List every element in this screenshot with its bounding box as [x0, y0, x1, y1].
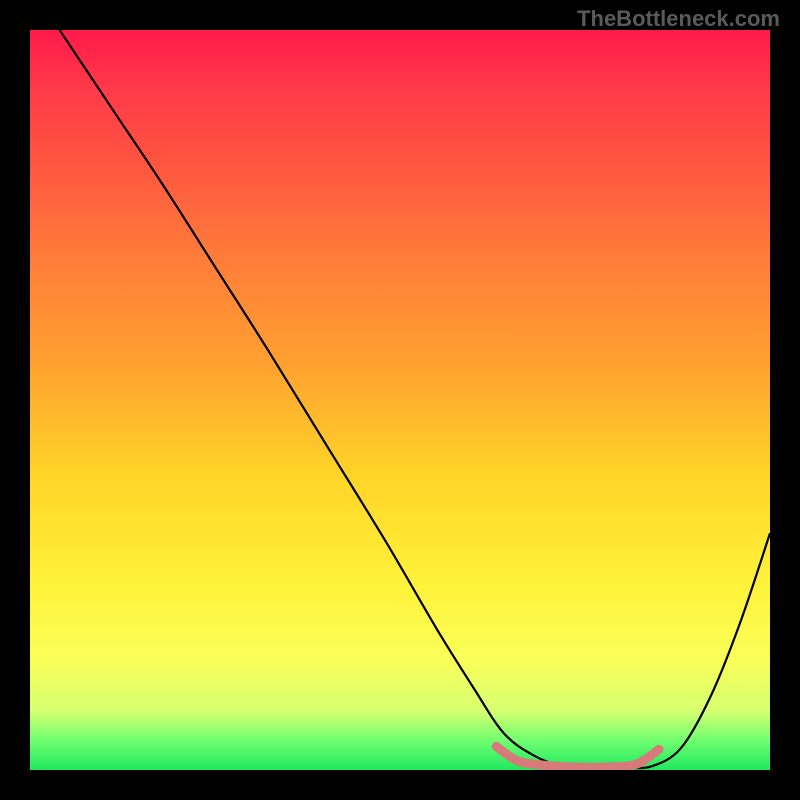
bottleneck-curve — [60, 30, 770, 768]
curve-layer — [30, 30, 770, 770]
marker-band — [496, 746, 659, 767]
plot-area — [30, 30, 770, 770]
watermark-text: TheBottleneck.com — [577, 6, 780, 32]
chart-container: TheBottleneck.com — [0, 0, 800, 800]
